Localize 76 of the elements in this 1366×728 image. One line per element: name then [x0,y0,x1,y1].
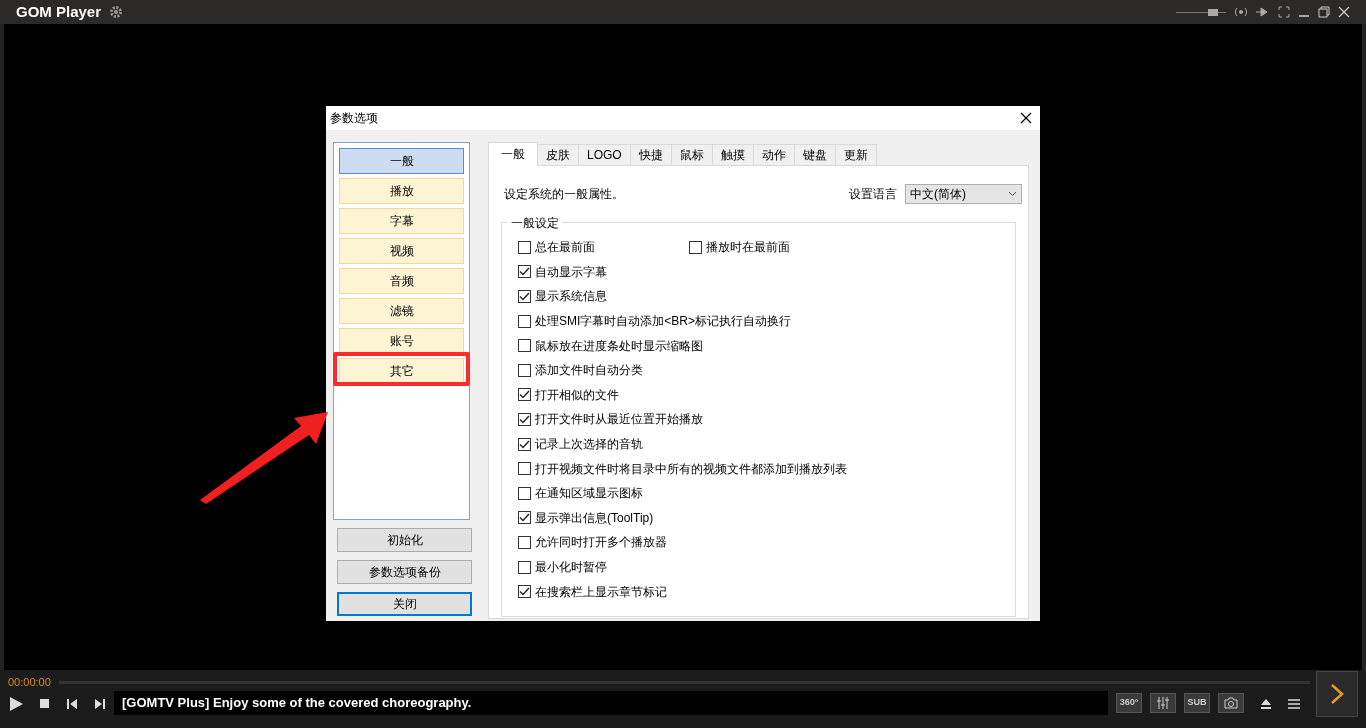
tab[interactable]: 一般 [488,142,538,166]
category-item[interactable]: 音频 [339,268,464,294]
category-item[interactable]: 播放 [339,178,464,204]
language-label: 设置语言 [849,186,897,203]
checkbox[interactable] [518,462,531,476]
checkbox[interactable] [518,265,531,279]
checkbox[interactable] [518,437,531,451]
checkbox-label[interactable]: 在搜索栏上显示章节标记 [535,582,667,601]
camera-icon [1224,696,1238,709]
group-title: 一般设定 [508,214,562,232]
dialog-button[interactable]: 参数选项备份 [337,560,472,584]
checkbox[interactable] [518,560,531,574]
dialog-button[interactable]: 初始化 [337,528,472,552]
checkbox[interactable] [518,240,531,254]
checkbox[interactable] [689,240,702,254]
checkbox-label[interactable]: 打开相似的文件 [535,385,619,404]
restore-icon[interactable] [1318,6,1330,18]
category-item[interactable]: 视频 [339,238,464,264]
category-item[interactable]: 字幕 [339,208,464,234]
tab[interactable]: 更新 [834,144,877,166]
close-icon[interactable] [1020,112,1032,124]
stop-icon [40,698,50,709]
checkbox[interactable] [518,535,531,549]
previous-icon [66,697,78,710]
checkbox-label[interactable]: 鼠标放在进度条处时显示缩略图 [535,336,703,355]
broadcast-icon[interactable] [1234,6,1248,18]
checkbox[interactable] [518,511,531,525]
chevron-icon [1330,683,1344,705]
checkbox[interactable] [518,585,531,599]
equalizer-button[interactable] [1150,693,1176,713]
category-item[interactable]: 一般 [339,148,464,174]
play-icon [8,695,24,712]
checkbox-label[interactable]: 处理SMI字幕时自动添加<BR>标记执行自动换行 [535,312,792,331]
checkbox-label[interactable]: 总在最前面 [535,238,595,257]
checkbox-label[interactable]: 最小化时暂停 [535,558,607,576]
category-item[interactable]: 其它 [339,358,464,384]
category-item[interactable]: 滤镜 [339,298,464,324]
checkbox[interactable] [518,290,531,303]
eject-icon [1260,697,1272,710]
news-ticker: [GOMTV Plus] Enjoy some of the covered choreography. [114,691,1108,715]
checkbox[interactable] [518,486,531,500]
checkbox-label[interactable]: 允许同时打开多个播放器 [535,533,667,552]
dialog-title: 参数选项 [330,110,378,127]
playlist-button[interactable] [1316,671,1358,717]
settings-icon[interactable] [109,5,124,19]
category-item[interactable]: 账号 [339,328,464,354]
equalizer-icon [1156,696,1170,709]
play-mode-icon[interactable] [1256,6,1270,18]
capture-button[interactable] [1218,693,1244,713]
checkbox[interactable] [518,314,531,328]
checkbox-label[interactable]: 打开视频文件时将目录中所有的视频文件都添加到播放列表 [535,459,847,478]
checkbox-label[interactable]: 打开文件时从最近位置开始播放 [535,410,703,429]
checkbox[interactable] [518,388,531,402]
tab[interactable]: 皮肤 [537,144,579,166]
subtitle-button[interactable]: SUB [1184,693,1210,713]
checkbox[interactable] [518,412,531,426]
vr-button[interactable]: 360° [1116,693,1142,713]
volume-thumb[interactable] [1208,8,1218,16]
language-dropdown[interactable]: 中文(简体) [905,184,1022,204]
time-display: 00:00:00 [8,674,51,690]
app-title: GOM Player [16,1,102,22]
checkbox-label[interactable]: 添加文件时自动分类 [535,361,643,380]
dialog-button[interactable]: 关闭 [337,592,472,616]
checkbox-label[interactable]: 显示弹出信息(ToolTip) [535,508,654,527]
checkbox[interactable] [518,339,531,353]
menu-icon [1288,697,1300,710]
checkbox-label[interactable]: 自动显示字幕 [535,262,607,281]
checkbox[interactable] [518,363,531,377]
checkbox-label[interactable]: 显示系统信息 [535,287,607,306]
description-text: 设定系统的一般属性。 [504,186,624,203]
next-icon [94,697,106,710]
checkbox-label[interactable]: 播放时在最前面 [706,238,790,257]
checkbox-label[interactable]: 在通知区域显示图标 [535,484,643,503]
checkbox-label[interactable]: 记录上次选择的音轨 [535,435,643,454]
fullscreen-icon[interactable] [1278,6,1290,18]
chevron-icon [1008,191,1017,197]
